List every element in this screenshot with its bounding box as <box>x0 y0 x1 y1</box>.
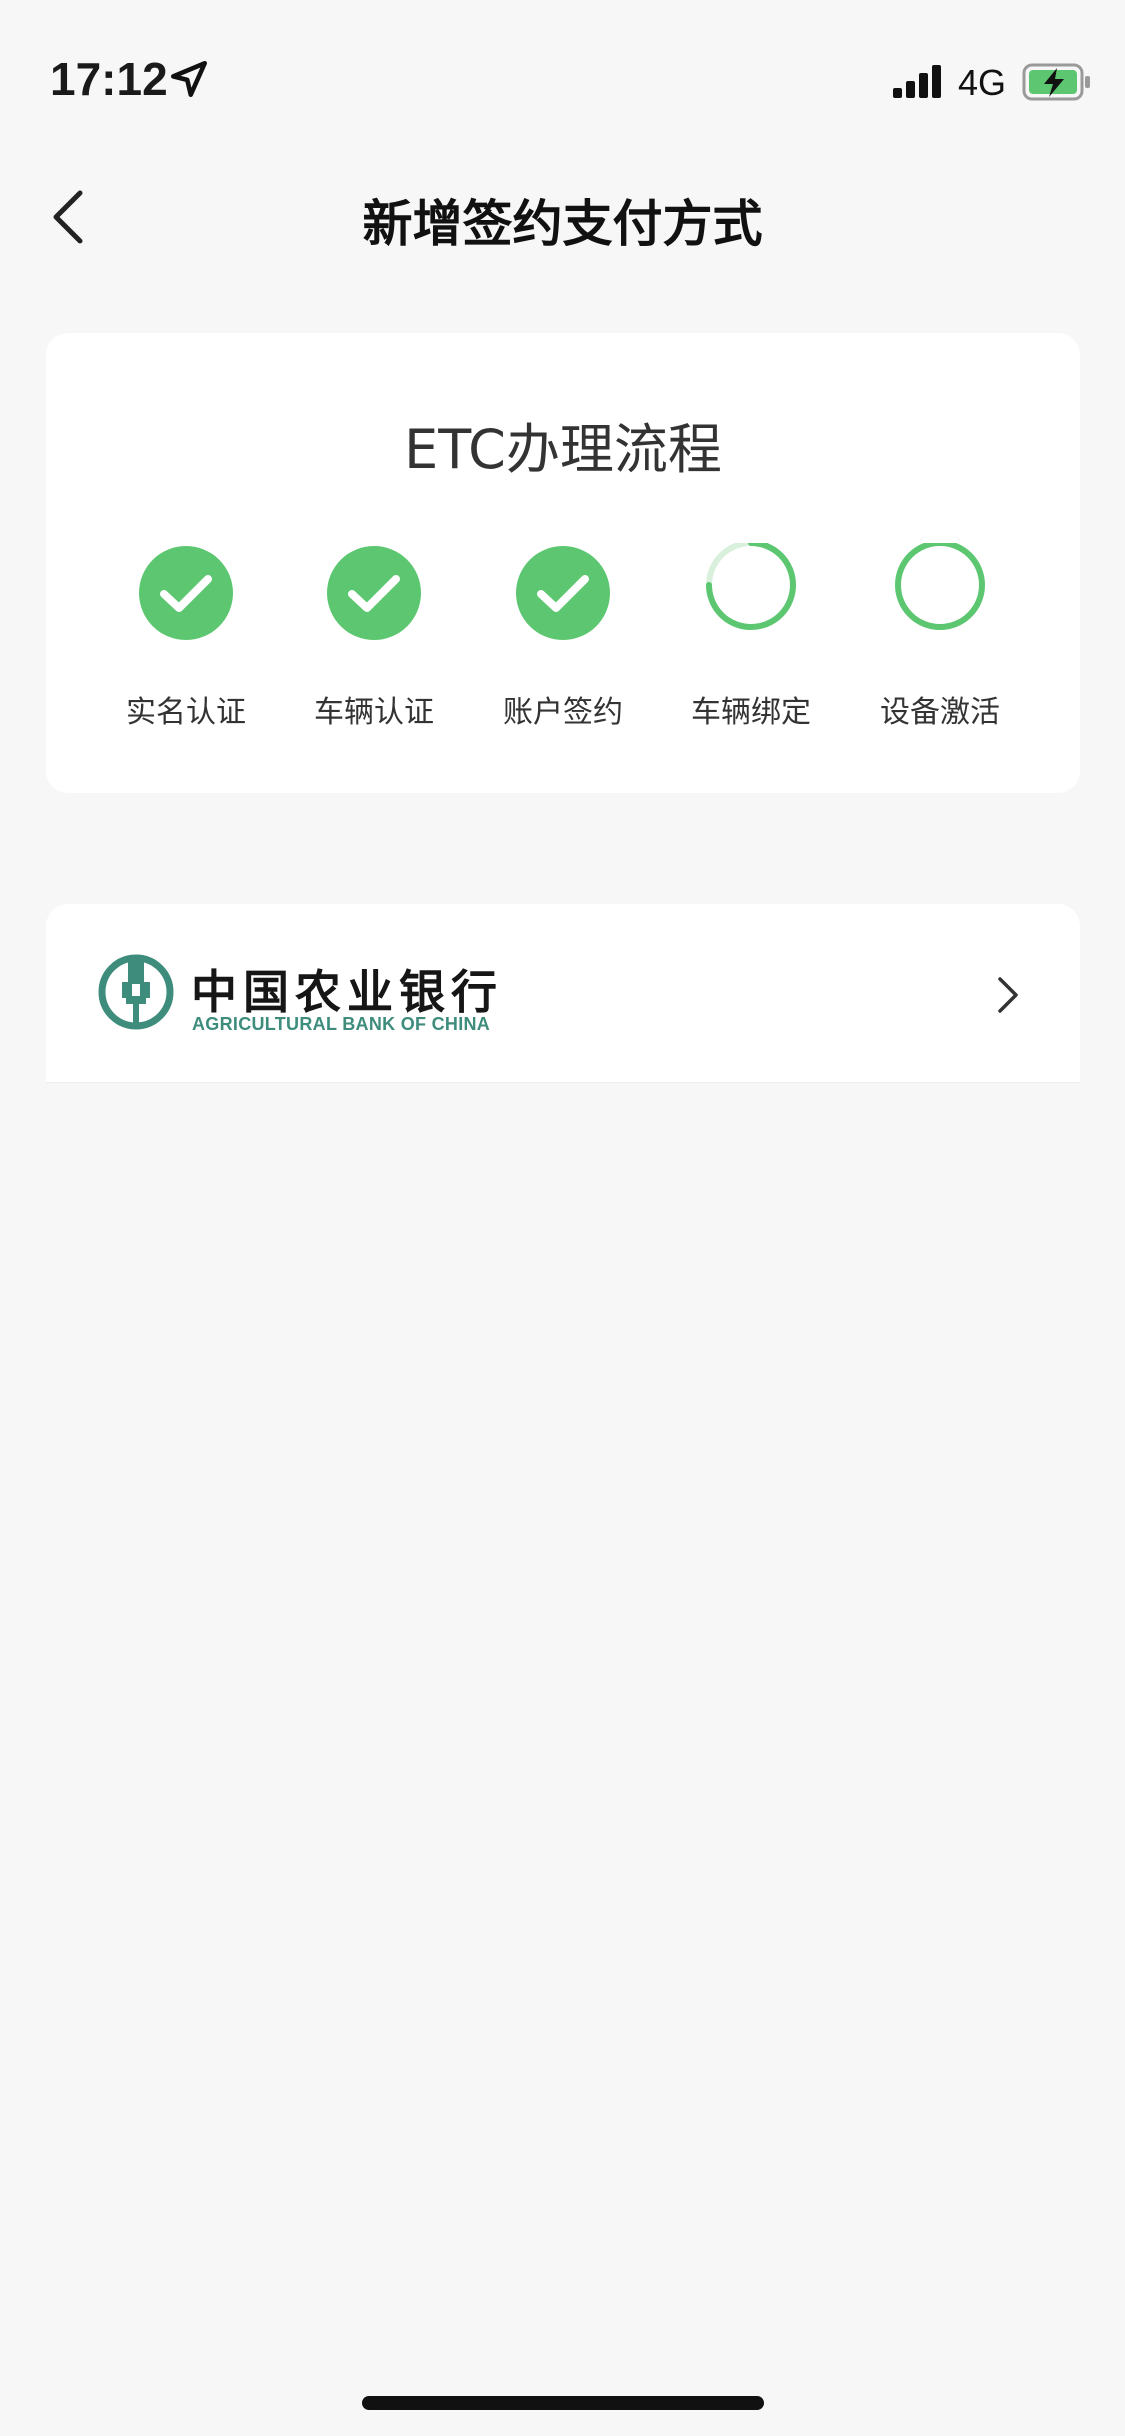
step-label: 车辆认证 <box>314 695 434 730</box>
abc-bank-logo-icon <box>98 954 174 1030</box>
step-label: 实名认证 <box>126 695 246 730</box>
step-device-activate: 设备激活 <box>860 543 1020 731</box>
navigation-bar: 新增签约支付方式 <box>0 160 1125 270</box>
network-type: 4G <box>958 62 1007 103</box>
step-pending-ring-icon <box>895 543 985 630</box>
bank-option-abc[interactable]: 中国农业银行 AGRICULTURAL BANK OF CHINA <box>46 904 1080 1083</box>
bank-name-english: AGRICULTURAL BANK OF CHINA <box>192 1014 491 1034</box>
step-done-check-icon <box>327 546 421 640</box>
cellular-signal-icon <box>893 65 941 98</box>
bank-name-chinese: 中国农业银行 <box>191 965 503 1019</box>
step-vehicle-auth: 车辆认证 <box>294 543 454 731</box>
page-title: 新增签约支付方式 <box>362 195 763 253</box>
step-account-sign: 账户签约 <box>483 543 643 731</box>
step-done-check-icon <box>139 546 233 640</box>
step-label: 设备激活 <box>880 695 1000 730</box>
battery-charging-icon <box>1022 63 1090 101</box>
step-real-name-auth: 实名认证 <box>106 543 266 731</box>
step-done-check-icon <box>516 546 610 640</box>
step-label: 车辆绑定 <box>691 695 811 730</box>
step-vehicle-bind: 车辆绑定 <box>671 543 831 731</box>
chevron-right-icon <box>998 977 1018 1013</box>
step-loading-ring-icon <box>706 543 796 630</box>
status-time: 17:12 <box>50 53 168 105</box>
process-title: ETC办理流程 <box>404 418 722 481</box>
process-steps: 实名认证 车辆认证 账户签约 车辆绑定 设备激活 <box>46 543 1080 773</box>
location-arrow-icon <box>170 60 208 98</box>
etc-process-card: ETC办理流程 实名认证 车辆认证 账户签约 车辆绑定 设备激活 <box>46 333 1080 793</box>
status-bar: 17:12 4G <box>0 0 1125 132</box>
home-indicator[interactable] <box>362 2396 764 2410</box>
step-label: 账户签约 <box>503 695 623 730</box>
